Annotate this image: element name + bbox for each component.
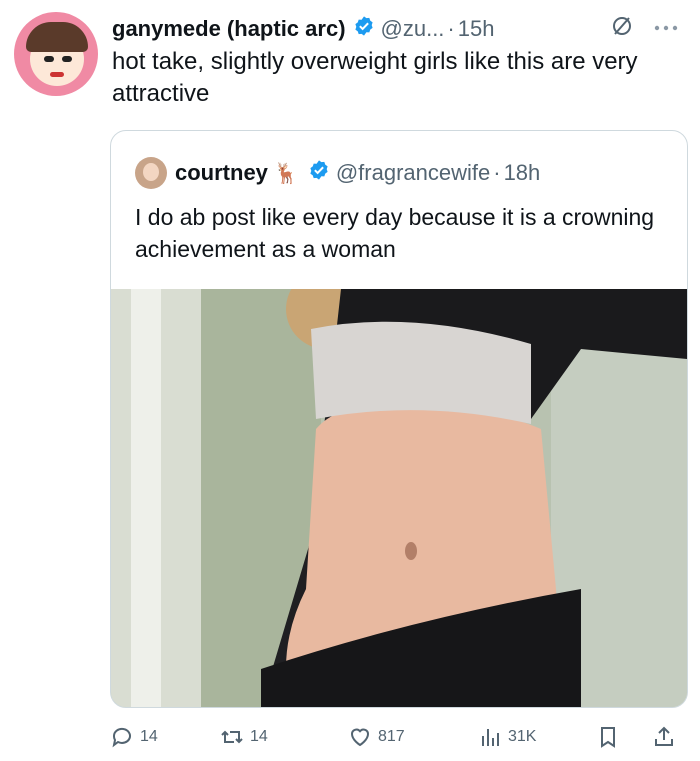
avatar-hair (26, 22, 88, 52)
share-button[interactable] (652, 722, 682, 752)
avatar-mouth (50, 72, 64, 77)
retweet-icon (221, 730, 243, 744)
views-button[interactable]: 31K (478, 722, 536, 752)
quoted-verified-badge-icon (308, 159, 330, 187)
quoted-tweet-text: I do ab post like every day because it i… (135, 204, 655, 262)
like-count: 817 (378, 728, 405, 745)
quoted-author-name[interactable]: courtney (175, 160, 268, 186)
action-bar: 14 14 817 31K (110, 722, 686, 752)
quoted-tweet-header: courtney 🦌 @fragrancewife · 18h (135, 157, 540, 189)
time-separator: · (447, 16, 455, 41)
mute-icon[interactable] (610, 14, 634, 38)
tweet-time[interactable]: 15h (458, 16, 495, 42)
retweet-count: 14 (250, 728, 268, 745)
author-handle[interactable]: @zu... (381, 16, 445, 42)
avatar-eye-right (62, 56, 72, 62)
views-icon (482, 729, 499, 746)
reply-count: 14 (140, 728, 158, 745)
quoted-author-avatar[interactable] (135, 157, 167, 189)
quoted-tweet-card[interactable]: courtney 🦌 @fragrancewife · 18h I do ab … (110, 130, 688, 708)
like-button[interactable]: 817 (348, 722, 405, 752)
quoted-tweet-time[interactable]: 18h (504, 160, 541, 186)
reply-icon (112, 727, 131, 748)
verified-badge-icon (353, 15, 375, 43)
quoted-tweet-photo[interactable] (111, 289, 687, 707)
tweet-text: hot take, slightly overweight girls like… (112, 48, 638, 107)
author-avatar[interactable] (14, 12, 98, 96)
more-icon[interactable] (652, 16, 680, 36)
bookmark-icon (601, 727, 615, 748)
reply-button[interactable]: 14 (110, 722, 158, 752)
quoted-author-handle[interactable]: @fragrancewife (336, 160, 490, 186)
retweet-button[interactable]: 14 (220, 722, 268, 752)
like-icon (350, 728, 370, 747)
avatar-eye-left (44, 56, 54, 62)
quoted-avatar-face (143, 163, 159, 181)
views-count: 31K (508, 728, 537, 745)
deer-emoji-icon: 🦌 (273, 162, 299, 185)
quoted-time-separator: · (493, 160, 501, 185)
bookmark-button[interactable] (596, 722, 626, 752)
author-name[interactable]: ganymede (haptic arc) (112, 16, 346, 42)
tweet-header: ganymede (haptic arc) @zu... · 15h (112, 14, 494, 44)
share-icon (655, 726, 673, 746)
